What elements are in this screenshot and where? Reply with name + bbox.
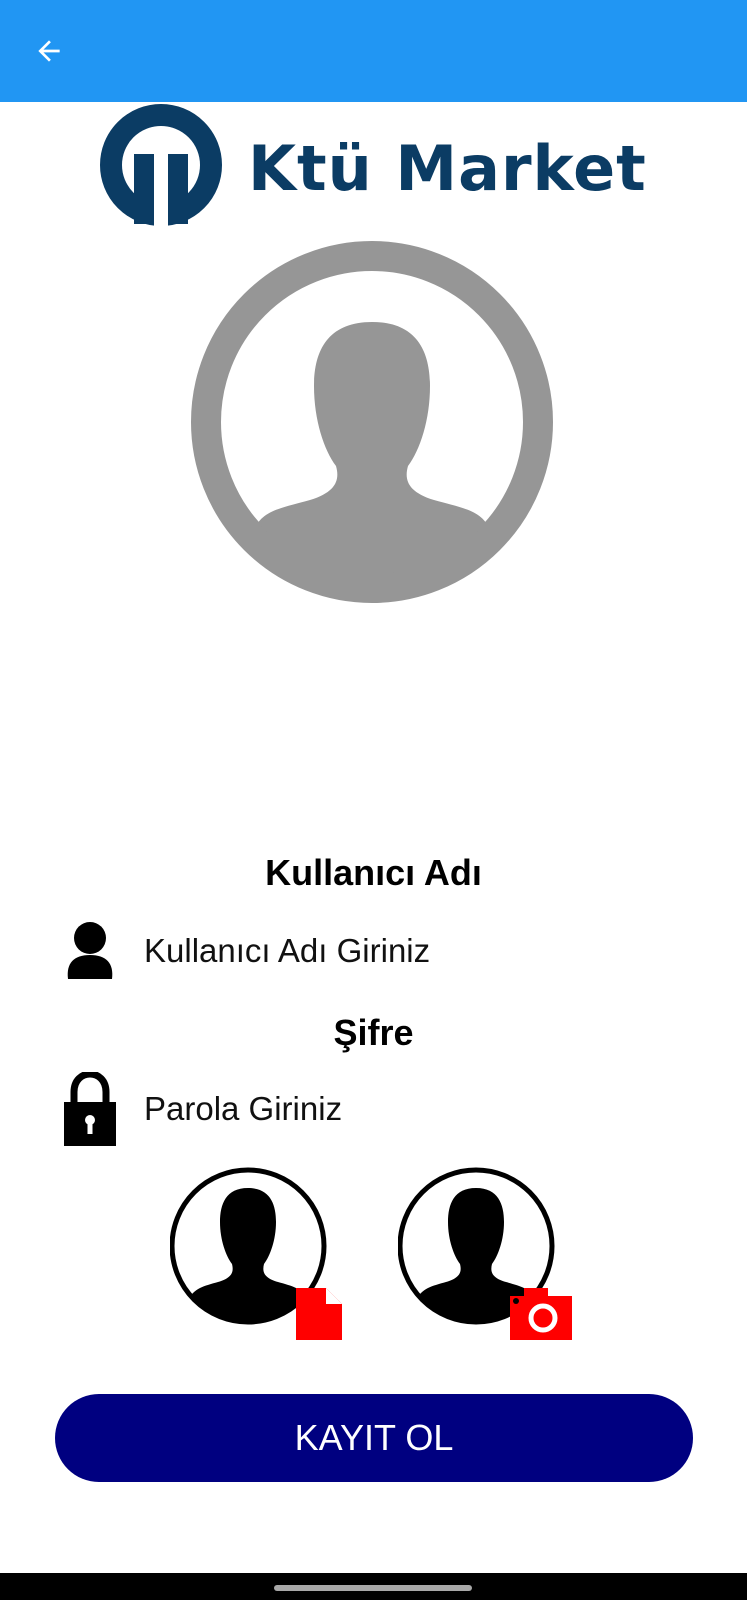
person-silhouette-icon	[191, 241, 553, 603]
username-field-row	[60, 916, 687, 986]
app-bar	[0, 0, 747, 102]
pick-from-camera-button[interactable]	[397, 1164, 578, 1344]
back-button[interactable]	[24, 26, 74, 76]
logo-text: Ktü Market	[248, 132, 647, 205]
username-label: Kullanıcı Adı	[265, 852, 482, 893]
app-logo: Ktü Market	[98, 102, 658, 228]
person-icon	[60, 916, 120, 986]
password-field-row	[60, 1072, 687, 1146]
arrow-back-icon	[38, 40, 60, 62]
system-nav-bar	[0, 1573, 747, 1600]
home-gesture-handle[interactable]	[274, 1585, 472, 1591]
person-camera-icon	[397, 1167, 572, 1340]
person-file-icon	[169, 1167, 342, 1340]
logo-mark-icon	[100, 104, 222, 228]
lock-icon	[60, 1072, 120, 1146]
username-input[interactable]	[144, 932, 664, 970]
pick-from-file-button[interactable]	[169, 1164, 350, 1344]
register-button[interactable]: KAYIT OL	[55, 1394, 693, 1482]
password-label: Şifre	[333, 1012, 414, 1053]
password-input[interactable]	[144, 1090, 664, 1128]
file-icon	[296, 1288, 342, 1340]
profile-photo[interactable]	[190, 240, 554, 604]
